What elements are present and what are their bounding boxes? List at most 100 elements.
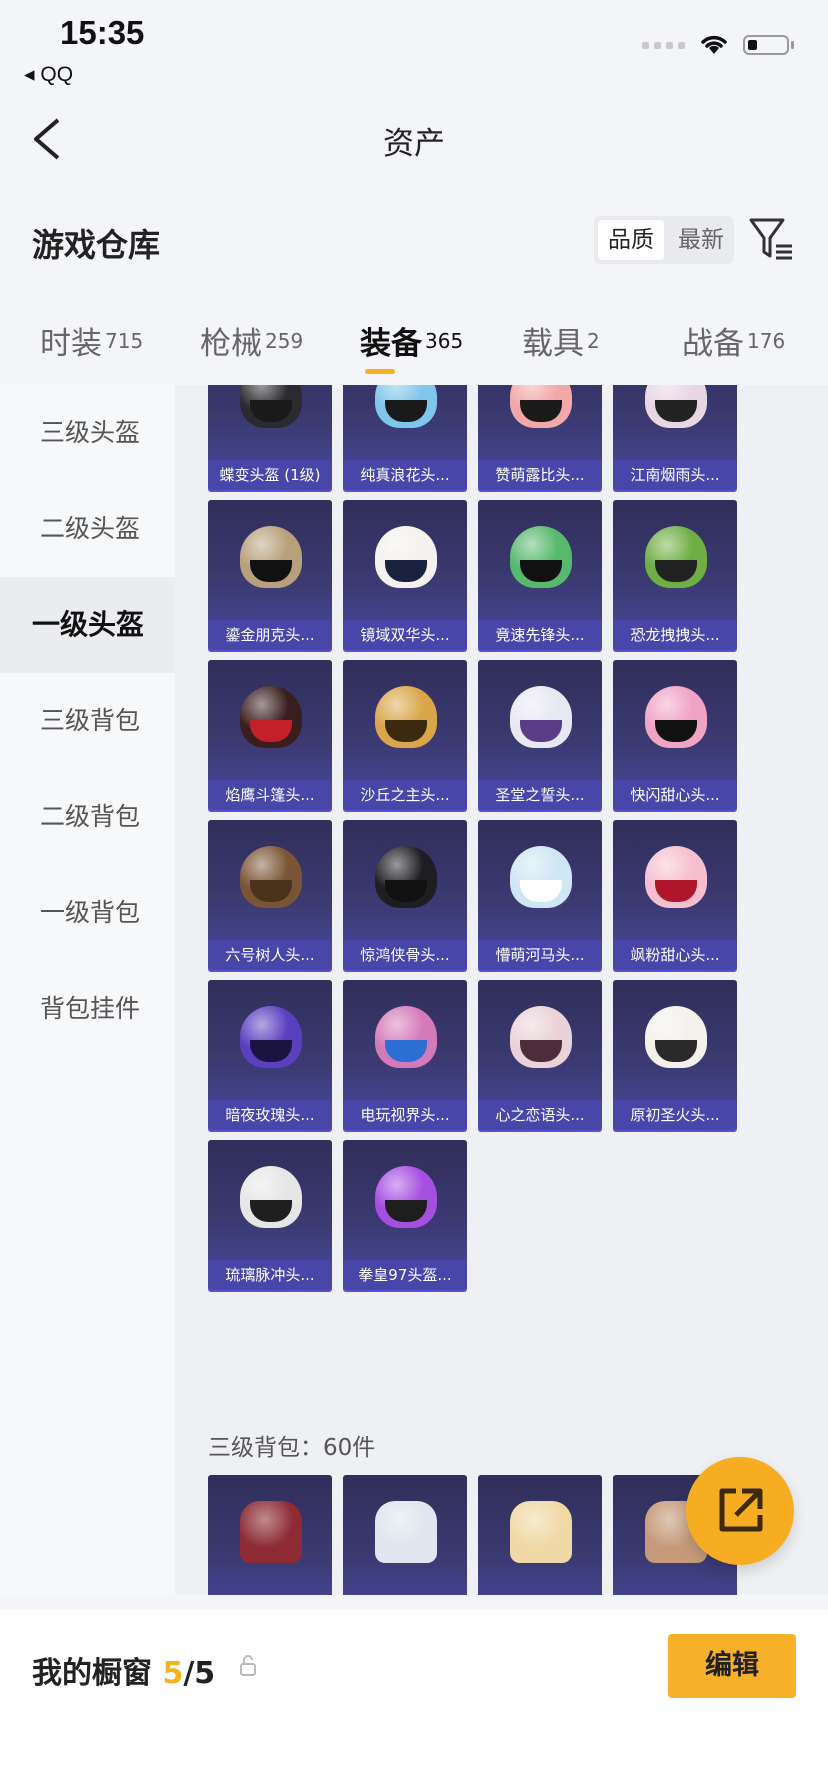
battery-icon [743, 35, 789, 55]
helmet-name: 六号树人头... [208, 940, 332, 970]
tab-label: 战备 [682, 326, 744, 362]
tab-equipment[interactable]: 装备 365 [360, 300, 463, 380]
helmet-art [478, 385, 602, 458]
helmet-name: 原初圣火头... [613, 1100, 737, 1130]
tab-label: 装备 [360, 326, 422, 362]
helmet-name: 琉璃脉冲头... [208, 1260, 332, 1290]
helmet-art [478, 980, 602, 1098]
helmet-art [208, 980, 332, 1098]
edit-button[interactable]: 编辑 [668, 1634, 796, 1698]
helmet-card[interactable]: 原初圣火头... [613, 980, 737, 1130]
helmet-art [208, 385, 332, 458]
helmet-card[interactable]: 琉璃脉冲头... [208, 1140, 332, 1290]
helmet-card[interactable]: 恐龙拽拽头... [613, 500, 737, 650]
tab-firearms[interactable]: 枪械 259 [200, 300, 303, 363]
sort-option-newest[interactable]: 最新 [668, 216, 734, 264]
sidebar-item-level3-backpack[interactable]: 三级背包 [0, 673, 175, 769]
tab-vehicles[interactable]: 载具 2 [522, 300, 600, 363]
helmet-card[interactable]: 六号树人头... [208, 820, 332, 970]
share-external-icon [719, 1488, 763, 1532]
showcase-title: 我的橱窗 5/5 [32, 1648, 215, 1692]
backpack-icon [510, 1501, 572, 1563]
battery-tip [791, 41, 794, 49]
share-button[interactable] [686, 1457, 794, 1565]
helmet-name: 鎏金朋克头... [208, 620, 332, 650]
backpack-card[interactable] [343, 1475, 467, 1595]
sidebar-item-backpack-charm[interactable]: 背包挂件 [0, 961, 175, 1057]
helmet-card[interactable]: 赞萌露比头... [478, 385, 602, 490]
tab-label: 时装 [40, 326, 102, 362]
status-bar: 15:35 ◂ QQ [0, 0, 828, 100]
sidebar-item-level2-backpack[interactable]: 二级背包 [0, 769, 175, 865]
sidebar-item-level3-helmet[interactable]: 三级头盔 [0, 385, 175, 481]
helmet-card[interactable]: 心之恋语头... [478, 980, 602, 1130]
helmet-card[interactable]: 蝶变头盔 (1级) [208, 385, 332, 490]
sidebar: 三级头盔 二级头盔 一级头盔 三级背包 二级背包 一级背包 背包挂件 [0, 385, 175, 1595]
nav-bar: 资产 [0, 100, 828, 180]
sort-option-quality[interactable]: 品质 [598, 220, 664, 260]
active-tab-indicator [364, 369, 395, 374]
helmet-name: 蝶变头盔 (1级) [208, 460, 332, 490]
helmet-art [478, 820, 602, 938]
helmet-name: 快闪甜心头... [613, 780, 737, 810]
tab-fashion[interactable]: 时装 715 [40, 300, 143, 363]
tab-count: 176 [747, 328, 786, 353]
helmet-art [613, 660, 737, 778]
tab-battle-gear[interactable]: 战备 176 [682, 300, 785, 363]
helmet-card[interactable]: 纯真浪花头... [343, 385, 467, 490]
backpack-art [478, 1475, 602, 1593]
helmet-card[interactable]: 快闪甜心头... [613, 660, 737, 810]
cellular-signal-icon [642, 41, 685, 49]
helmet-name: 赞萌露比头... [478, 460, 602, 490]
helmet-name: 暗夜玫瑰头... [208, 1100, 332, 1130]
helmet-art [478, 500, 602, 618]
helmet-card[interactable]: 暗夜玫瑰头... [208, 980, 332, 1130]
helmet-art [613, 980, 737, 1098]
header-row: 游戏仓库 品质 最新 [0, 200, 828, 280]
backpack-art [343, 1475, 467, 1593]
backpack-icon [375, 1501, 437, 1563]
helmet-art [343, 660, 467, 778]
helmet-art [208, 820, 332, 938]
helmet-card[interactable]: 电玩视界头... [343, 980, 467, 1130]
helmet-name: 拳皇97头盔... [343, 1260, 467, 1290]
helmet-name: 飒粉甜心头... [613, 940, 737, 970]
helmet-card[interactable]: 圣堂之誓头... [478, 660, 602, 810]
sidebar-item-level1-helmet[interactable]: 一级头盔 [0, 577, 175, 673]
helmet-art [343, 385, 467, 458]
sidebar-item-level2-helmet[interactable]: 二级头盔 [0, 481, 175, 577]
showcase-count-total: /5 [183, 1656, 216, 1691]
helmet-art [343, 980, 467, 1098]
helmet-name: 镜域双华头... [343, 620, 467, 650]
tab-label: 载具 [522, 326, 584, 362]
helmet-card[interactable]: 江南烟雨头... [613, 385, 737, 490]
backpack-section-label: 三级背包：60件 [208, 1435, 376, 1461]
showcase-bar: 我的橱窗 5/5 编辑 [0, 1610, 828, 1792]
tab-count: 365 [425, 328, 464, 353]
filter-icon[interactable] [748, 214, 794, 264]
category-tabs: 时装 715 枪械 259 装备 365 载具 2 战备 176 [0, 300, 828, 380]
backpack-card[interactable] [208, 1475, 332, 1595]
helmet-card[interactable]: 鎏金朋克头... [208, 500, 332, 650]
sidebar-item-level1-backpack[interactable]: 一级背包 [0, 865, 175, 961]
helmet-art [343, 500, 467, 618]
helmet-card[interactable]: 懵萌河马头... [478, 820, 602, 970]
page-title: 资产 [383, 126, 445, 162]
helmet-card[interactable]: 飒粉甜心头... [613, 820, 737, 970]
helmet-art [208, 500, 332, 618]
helmet-card[interactable]: 镜域双华头... [343, 500, 467, 650]
helmet-name: 惊鸿侠骨头... [343, 940, 467, 970]
helmet-card[interactable]: 拳皇97头盔... [343, 1140, 467, 1290]
helmet-art [343, 1140, 467, 1258]
helmet-card[interactable]: 沙丘之主头... [343, 660, 467, 810]
helmet-card[interactable]: 惊鸿侠骨头... [343, 820, 467, 970]
helmet-art [613, 500, 737, 618]
helmet-card[interactable]: 竟速先锋头... [478, 500, 602, 650]
backpack-card[interactable] [478, 1475, 602, 1595]
helmet-name: 江南烟雨头... [613, 460, 737, 490]
helmet-name: 焰鹰斗篷头... [208, 780, 332, 810]
wifi-icon [701, 35, 727, 54]
back-to-app-link[interactable]: ◂ QQ [24, 62, 73, 87]
tab-count: 715 [105, 328, 144, 353]
helmet-card[interactable]: 焰鹰斗篷头... [208, 660, 332, 810]
